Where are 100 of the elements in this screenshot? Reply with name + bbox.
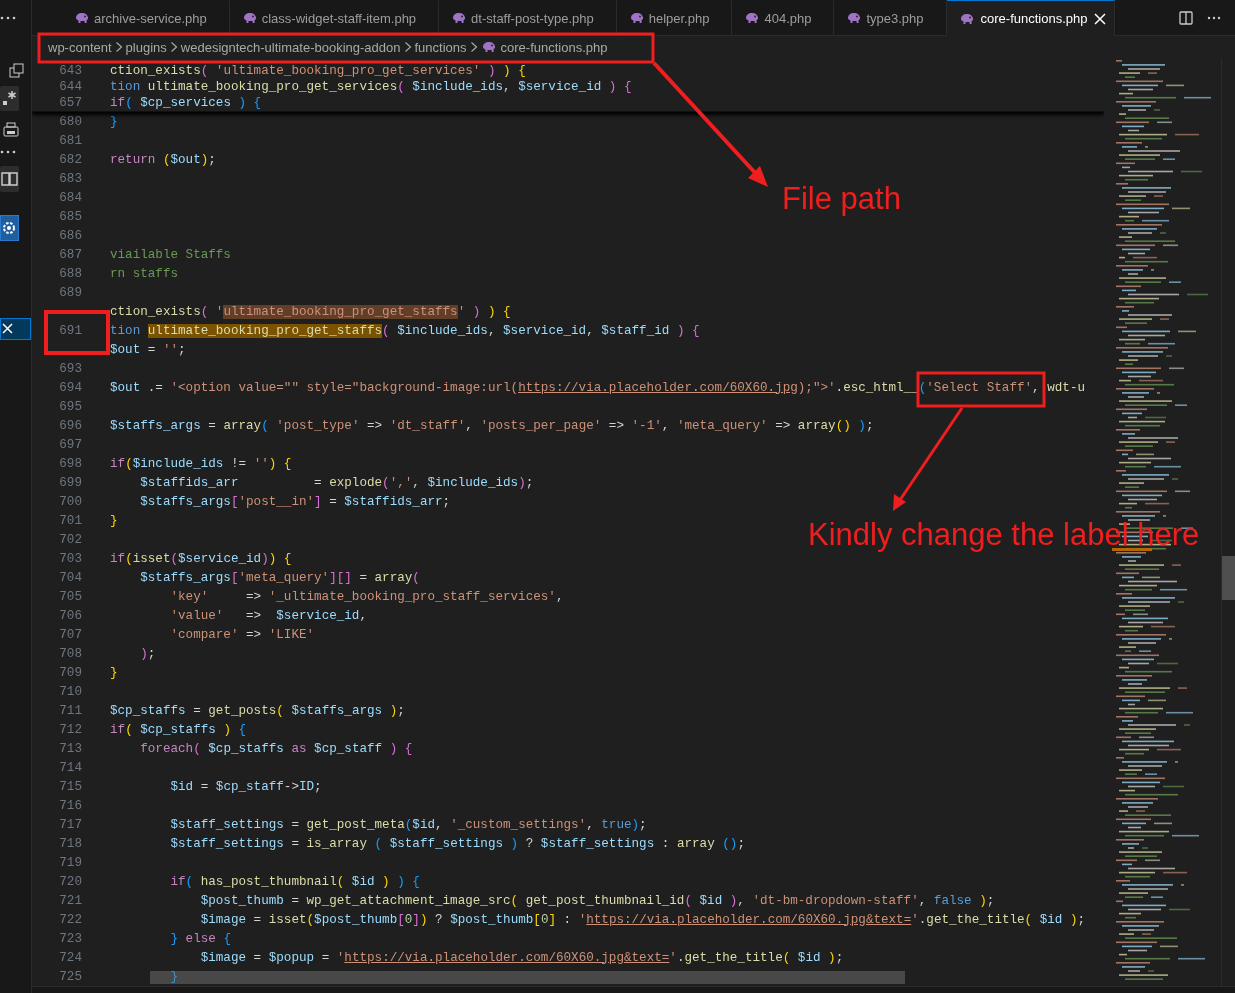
line-number: 708 bbox=[59, 646, 82, 661]
gear-icon[interactable] bbox=[0, 215, 19, 241]
elephant-icon bbox=[451, 10, 468, 26]
elephant-icon bbox=[628, 10, 645, 26]
line-number: 719 bbox=[59, 855, 82, 870]
code-line: } bbox=[110, 513, 118, 528]
annotation-label: Kindly change the label here bbox=[808, 519, 1200, 550]
line-number: 693 bbox=[59, 361, 82, 376]
code-line: $staffs_args['post__in'] = $staffids_arr; bbox=[139, 494, 451, 509]
code-line: rn staffs bbox=[110, 266, 179, 281]
code-line: $image = isset($post_thumb[0]) ? $post_thumb[0] : 'https://via.placeholder.com/60X60.jpg&text='.get_the_title( $id ); bbox=[199, 912, 1086, 927]
elephant-icon bbox=[846, 10, 863, 26]
code-line: $staff_settings = is_array ( $staff_settings ) ? $staff_settings : array (); bbox=[169, 836, 745, 851]
elephant-icon bbox=[241, 10, 258, 26]
printer-icon[interactable] bbox=[3, 122, 19, 138]
line-number: 724 bbox=[59, 950, 82, 965]
close-icon[interactable] bbox=[0, 318, 31, 340]
code-line: 'compare' => 'LIKE' bbox=[169, 627, 315, 642]
line-number: 713 bbox=[59, 741, 82, 756]
line-number: 696 bbox=[59, 418, 82, 433]
line-number: 712 bbox=[59, 722, 82, 737]
line-number: 657 bbox=[59, 96, 82, 110]
code-line: $image = $popup = 'https://via.placeholder.com/60X60.jpg&text='.get_the_title( $id ); bbox=[199, 950, 844, 965]
line-number: 688 bbox=[59, 266, 82, 281]
code-line: tion ultimate_booking_pro_get_services( $include_ids, $service_id ) { bbox=[110, 80, 632, 94]
line-number: 716 bbox=[59, 798, 82, 813]
code-line: $staffids_arr = explode(',', $include_ids); bbox=[139, 475, 534, 490]
horizontal-scrollbar[interactable] bbox=[150, 971, 905, 984]
line-number: 718 bbox=[59, 836, 82, 851]
code-line: 'value' => $service_id, bbox=[169, 608, 367, 623]
line-number: 704 bbox=[59, 570, 82, 585]
chevron-icon bbox=[403, 41, 412, 53]
elephant-icon bbox=[744, 10, 761, 26]
annotation-box bbox=[44, 310, 110, 355]
breadcrumb-item[interactable]: wedesigntech-ultimate-booking-addon bbox=[180, 39, 401, 55]
code-line: $staff_settings = get_post_meta($id, '_custom_settings', true); bbox=[169, 817, 647, 832]
code-line: if( $cp_staffs ) { bbox=[110, 722, 247, 737]
more-icon[interactable] bbox=[0, 150, 16, 154]
chevron-icon bbox=[114, 41, 123, 53]
code-line: viailable Staffs bbox=[110, 247, 231, 262]
line-number: 711 bbox=[59, 703, 82, 718]
line-number: 722 bbox=[59, 912, 82, 927]
book-icon[interactable] bbox=[0, 166, 19, 192]
code-line: tion ultimate_booking_pro_get_staffs( $include_ids, $service_id, $staff_id ) { bbox=[110, 323, 700, 338]
line-number: 715 bbox=[59, 779, 82, 794]
code-line: foreach( $cp_staffs as $cp_staff ) { bbox=[139, 741, 413, 756]
line-number: 686 bbox=[59, 228, 82, 243]
line-number: 683 bbox=[59, 171, 82, 186]
code-line: return ($out); bbox=[110, 152, 216, 167]
regex-icon[interactable] bbox=[0, 86, 19, 111]
line-number: 698 bbox=[59, 456, 82, 471]
line-number: 689 bbox=[59, 285, 82, 300]
line-number: 702 bbox=[59, 532, 82, 547]
code-line: $out = ''; bbox=[110, 342, 186, 357]
code-line: $out .= '<option value="" style="background-image:url(https://via.placeholder.com/60X60.jpg);">'.esc_html__('Select Staff', wdt-u bbox=[110, 380, 1085, 395]
code-line: ction_exists( 'ultimate_booking_pro_get_services' ) ) { bbox=[110, 64, 526, 78]
code-line: if(isset($service_id)) { bbox=[110, 551, 292, 566]
code-line: } bbox=[110, 114, 118, 129]
line-number: 694 bbox=[59, 380, 82, 395]
split-editor-icon[interactable] bbox=[1179, 10, 1193, 25]
vertical-scrollbar[interactable] bbox=[1221, 58, 1235, 986]
code-line: $staffs_args = array( 'post_type' => 'dt_staff', 'posts_per_page' => '-1', 'meta_query' => array() ); bbox=[110, 418, 874, 433]
code-line: ); bbox=[139, 646, 156, 661]
line-number: 703 bbox=[59, 551, 82, 566]
more-icon[interactable] bbox=[0, 16, 16, 20]
line-number: 644 bbox=[59, 80, 82, 94]
chevron-icon bbox=[169, 41, 178, 53]
line-number: 706 bbox=[59, 608, 82, 623]
code-line: if( $cp_services ) { bbox=[110, 96, 262, 110]
code-line: $post_thumb = wp_get_attachment_image_src( get_post_thumbnail_id( $id ), 'dt-bm-dropdown-staff', false ); bbox=[199, 893, 995, 908]
line-number: 687 bbox=[59, 247, 82, 262]
code-line: $staffs_args['meta_query'][] = array( bbox=[139, 570, 420, 585]
code-line: if( has_post_thumbnail( $id ) ) { bbox=[169, 874, 420, 889]
line-number: 682 bbox=[59, 152, 82, 167]
code-line: $cp_staffs = get_posts( $staffs_args ); bbox=[110, 703, 405, 718]
line-number: 721 bbox=[59, 893, 82, 908]
line-number: 707 bbox=[59, 627, 82, 642]
line-number: 725 bbox=[59, 969, 82, 984]
editor-tab[interactable]: core-functions.php bbox=[946, 0, 1115, 36]
breadcrumb-item[interactable]: wp-content bbox=[48, 39, 112, 55]
breadcrumb-item[interactable]: plugins bbox=[125, 39, 167, 55]
line-number: 691 bbox=[59, 323, 82, 338]
code-line: } bbox=[110, 665, 118, 680]
line-number: 701 bbox=[59, 513, 82, 528]
breadcrumb-item[interactable]: functions bbox=[414, 39, 467, 55]
elephant-icon bbox=[74, 10, 90, 26]
line-number: 714 bbox=[59, 760, 82, 775]
line-number: 723 bbox=[59, 931, 82, 946]
code-line: 'key' => '_ultimate_booking_pro_staff_services', bbox=[169, 589, 564, 604]
line-number: 680 bbox=[59, 114, 82, 129]
code-line: ction_exists( 'ultimate_booking_pro_get_staffs' ) ) { bbox=[110, 304, 511, 319]
line-number: 700 bbox=[59, 494, 82, 509]
chevron-icon bbox=[469, 41, 478, 53]
copy-icon[interactable] bbox=[9, 63, 24, 78]
line-number: 699 bbox=[59, 475, 82, 490]
code-line: if($include_ids != '') { bbox=[110, 456, 292, 471]
more-icon[interactable] bbox=[1207, 15, 1221, 20]
line-number: 709 bbox=[59, 665, 82, 680]
code-line: } bbox=[169, 969, 179, 984]
breadcrumb-item[interactable]: core-functions.php bbox=[480, 39, 608, 55]
